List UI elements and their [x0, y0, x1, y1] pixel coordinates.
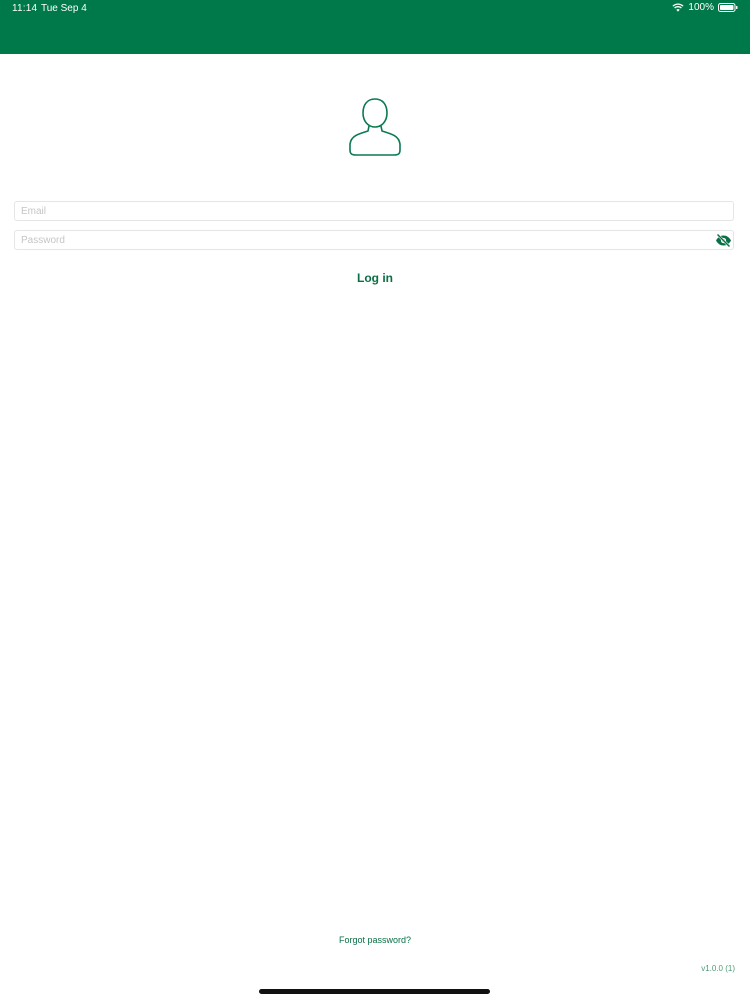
status-time: 11:14 [12, 3, 38, 14]
email-field-container [14, 201, 734, 221]
home-indicator[interactable] [259, 989, 490, 994]
status-indicators: 100% [672, 2, 738, 13]
email-input[interactable] [15, 202, 733, 220]
battery-icon [718, 3, 738, 12]
battery-percent: 100% [688, 2, 714, 13]
forgot-password-link[interactable]: Forgot password? [0, 935, 750, 945]
password-input[interactable] [15, 231, 733, 249]
status-bar: 11:14 Tue Sep 4 100% [0, 0, 750, 54]
status-date: Tue Sep 4 [41, 3, 87, 14]
user-icon [346, 96, 404, 158]
login-screen: 11:14 Tue Sep 4 100% Email Log in Forgot… [0, 0, 750, 1000]
eye-off-icon[interactable] [715, 233, 732, 248]
password-field-container [14, 230, 734, 250]
wifi-icon [672, 3, 684, 12]
version-label: v1.0.0 (1) [701, 964, 735, 973]
login-button[interactable]: Log in [325, 267, 425, 289]
